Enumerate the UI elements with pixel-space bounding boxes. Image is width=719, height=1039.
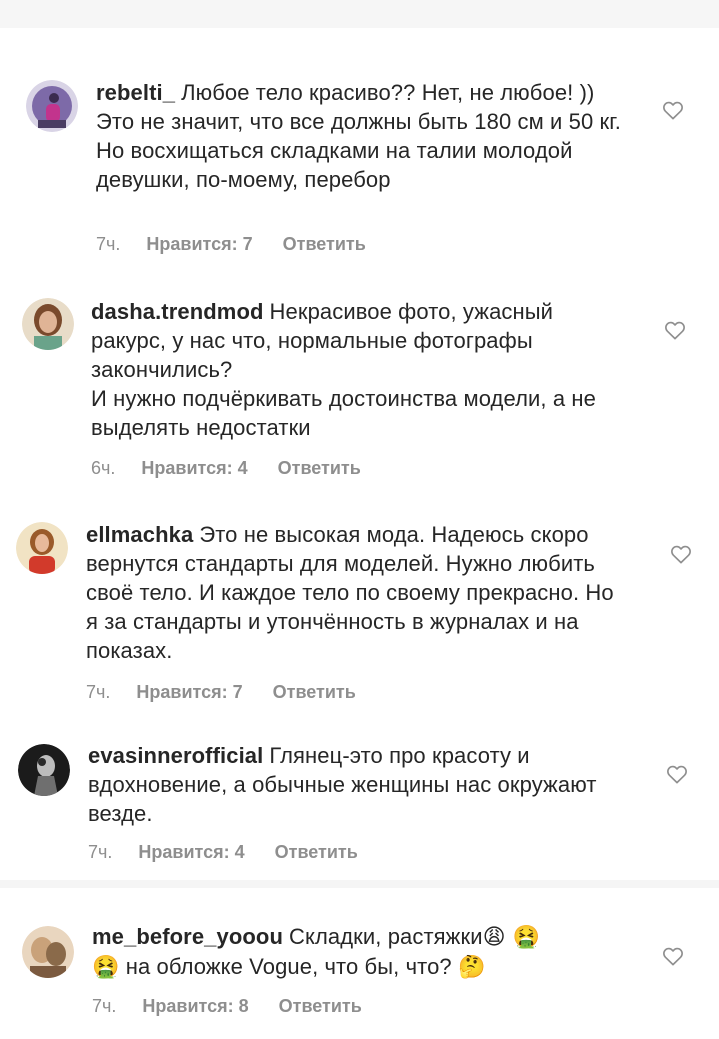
emoji-weary-vomit: 😩 🤮: [482, 925, 541, 950]
comment-meta: 7ч. Нравится: 7 Ответить: [96, 234, 366, 255]
avatar-image: [26, 80, 78, 132]
like-button[interactable]: [662, 946, 684, 966]
comment-username[interactable]: me_before_yooou: [92, 924, 283, 949]
comment-meta: 7ч. Нравится: 4 Ответить: [88, 842, 358, 863]
emoji-thinking: 🤔: [457, 955, 486, 980]
reply-button[interactable]: Ответить: [279, 996, 362, 1016]
divider: [0, 880, 719, 888]
avatar[interactable]: [22, 926, 74, 978]
comment-username[interactable]: evasinnerofficial: [88, 743, 263, 768]
comment-meta: 7ч. Нравится: 7 Ответить: [86, 682, 356, 703]
heart-outline-icon: [671, 545, 691, 564]
like-button[interactable]: [666, 764, 688, 784]
comment-meta: 6ч. Нравится: 4 Ответить: [91, 458, 361, 479]
comment-likes[interactable]: Нравится: 4: [138, 842, 244, 862]
avatar-image: [22, 926, 74, 978]
comment-meta: 7ч. Нравится: 8 Ответить: [92, 996, 362, 1017]
reply-button[interactable]: Ответить: [278, 458, 361, 478]
comment-username[interactable]: rebelti_: [96, 80, 175, 105]
comment-body: Складки, растяжки: [289, 924, 483, 949]
heart-outline-icon: [663, 101, 683, 120]
comment-likes[interactable]: Нравится: 7: [146, 234, 252, 254]
comment-likes[interactable]: Нравится: 8: [142, 996, 248, 1016]
heart-outline-icon: [663, 947, 683, 966]
comments-page: rebelti_ Любое тело красиво?? Нет, не люб…: [0, 0, 719, 1039]
comment-text: dasha.trendmod Некрасивое фото, ужасный р…: [91, 297, 621, 442]
avatar-image: [18, 744, 70, 796]
comment-time[interactable]: 7ч.: [92, 996, 116, 1016]
comment-time[interactable]: 6ч.: [91, 458, 115, 478]
avatar[interactable]: [16, 522, 68, 574]
avatar-image: [22, 298, 74, 350]
comment-text: rebelti_ Любое тело красиво?? Нет, не люб…: [96, 78, 626, 194]
comment-text: ellmachka Это не высокая мода. Надеюсь ск…: [86, 520, 616, 665]
comment-text: evasinnerofficial Глянец-это про красоту …: [88, 741, 618, 828]
reply-button[interactable]: Ответить: [273, 682, 356, 702]
comment-likes[interactable]: Нравится: 4: [141, 458, 247, 478]
like-button[interactable]: [664, 320, 686, 340]
avatar[interactable]: [26, 80, 78, 132]
emoji-vomit: 🤮: [92, 955, 120, 980]
like-button[interactable]: [662, 100, 684, 120]
comment-body-line2: И нужно подчёркивать достоинства модели,…: [91, 386, 596, 440]
comment-username[interactable]: dasha.trendmod: [91, 299, 264, 324]
heart-outline-icon: [667, 765, 687, 784]
reply-button[interactable]: Ответить: [283, 234, 366, 254]
avatar[interactable]: [18, 744, 70, 796]
comment-text: me_before_yooou Складки, растяжки😩 🤮 🤮 на…: [92, 922, 632, 982]
comment-body-line2: на обложке Vogue, что бы, что?: [125, 954, 452, 979]
comment-time[interactable]: 7ч.: [86, 682, 110, 702]
comment-time[interactable]: 7ч.: [88, 842, 112, 862]
comment-likes[interactable]: Нравится: 7: [136, 682, 242, 702]
avatar-image: [16, 522, 68, 574]
heart-outline-icon: [665, 321, 685, 340]
avatar[interactable]: [22, 298, 74, 350]
reply-button[interactable]: Ответить: [275, 842, 358, 862]
top-fade: [0, 0, 719, 28]
comment-username[interactable]: ellmachka: [86, 522, 193, 547]
comment-time[interactable]: 7ч.: [96, 234, 120, 254]
like-button[interactable]: [670, 544, 692, 564]
